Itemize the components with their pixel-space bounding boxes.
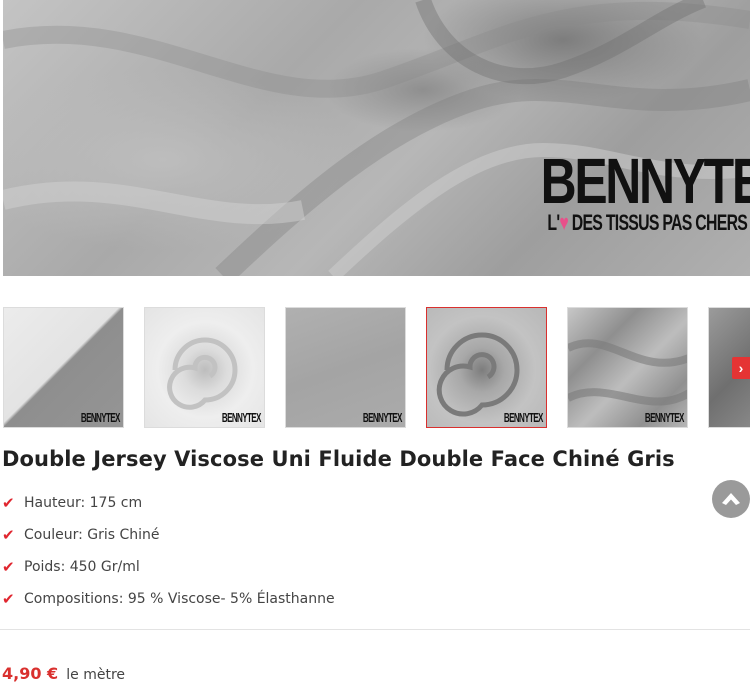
product-price: 4,90 € [2,664,59,683]
heart-icon: ♥ [559,210,569,235]
feature-composition: ✔ Compositions: 95 % Viscose- 5% Élastha… [2,583,335,615]
feature-weight: ✔ Poids: 450 Gr/ml [2,551,335,583]
thumbnail-2[interactable]: BENNYTEX [144,307,265,428]
bennytex-logo: BENNYTEX L'♥ DES TISSUS PAS CHERS [516,145,750,236]
thumbnail-1[interactable]: BENNYTEX [3,307,124,428]
price-unit: le mètre [66,667,126,683]
thumbnail-carousel: BENNYTEX BENNYTEX BENNYTEX BENNYTEX BENN… [3,307,750,428]
thumbnail-logo: BENNYTEX [504,410,544,425]
thumbnail-logo: BENNYTEX [363,410,403,425]
scroll-to-top-button[interactable] [712,480,750,518]
feature-text: Couleur: Gris Chiné [24,527,160,543]
check-icon: ✔ [2,494,15,512]
logo-word: BENNYTEX [540,145,750,217]
logo-tagline: L'♥ DES TISSUS PAS CHERS [547,210,748,235]
check-icon: ✔ [2,558,15,576]
feature-height: ✔ Hauteur: 175 cm [2,487,335,519]
arrow-up-icon [722,493,740,505]
feature-text: Poids: 450 Gr/ml [24,559,140,575]
price-row: 4,90 € le mètre [2,664,125,683]
feature-color: ✔ Couleur: Gris Chiné [2,519,335,551]
divider [0,629,750,630]
thumbnail-logo: BENNYTEX [222,410,262,425]
product-title: Double Jersey Viscose Uni Fluide Double … [2,447,675,471]
check-icon: ✔ [2,590,15,608]
thumbnail-4-active[interactable]: BENNYTEX [426,307,547,428]
feature-text: Compositions: 95 % Viscose- 5% Élasthann… [24,591,335,607]
thumbnail-logo: BENNYTEX [645,410,685,425]
feature-text: Hauteur: 175 cm [24,495,143,511]
chevron-right-icon[interactable]: › [732,357,750,379]
product-features: ✔ Hauteur: 175 cm ✔ Couleur: Gris Chiné … [2,487,335,615]
thumbnail-3[interactable]: BENNYTEX [285,307,406,428]
thumbnail-5[interactable]: BENNYTEX [567,307,688,428]
thumbnail-logo: BENNYTEX [81,410,121,425]
main-product-image[interactable]: BENNYTEX L'♥ DES TISSUS PAS CHERS [3,0,750,276]
check-icon: ✔ [2,526,15,544]
